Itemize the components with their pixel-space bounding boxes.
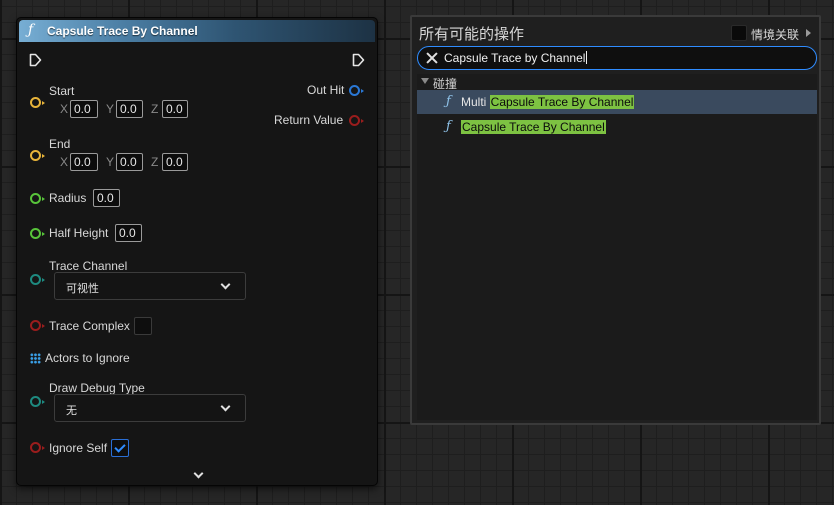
start-z-input[interactable]: 0.0: [162, 100, 188, 118]
start-y-input[interactable]: 0.0: [116, 100, 143, 118]
draw-debug-type-value: 无: [66, 405, 77, 417]
clear-search-icon[interactable]: [426, 52, 438, 64]
end-y-input[interactable]: 0.0: [116, 153, 143, 171]
exec-in-pin-icon[interactable]: [29, 53, 42, 67]
start-z-axis-label: Z: [151, 102, 159, 116]
expand-advanced-icon[interactable]: [193, 468, 204, 479]
half-height-label: Half Height: [49, 226, 109, 240]
result-item-capsule-trace[interactable]: ƒ Capsule Trace By Channel: [417, 115, 817, 139]
category-collision[interactable]: 碰撞: [417, 74, 817, 91]
end-pin[interactable]: [30, 150, 45, 161]
result-match-highlight: Capsule Trace By Channel: [461, 120, 606, 134]
text-caret: [586, 51, 588, 64]
action-menu-title: 所有可能的操作: [419, 26, 525, 43]
ignore-self-checkbox[interactable]: [111, 439, 129, 457]
checkmark-icon: [114, 441, 126, 453]
end-z-axis-label: Z: [151, 155, 159, 169]
out-hit-pin[interactable]: [349, 85, 364, 96]
result-prefix: Multi: [461, 95, 490, 109]
ignore-self-label: Ignore Self: [49, 441, 108, 455]
trace-complex-checkbox[interactable]: [134, 317, 152, 335]
start-x-input[interactable]: 0.0: [70, 100, 98, 118]
radius-label: Radius: [49, 191, 87, 205]
end-x-axis-label: X: [60, 155, 69, 169]
start-y-axis-label: Y: [106, 102, 115, 116]
half-height-pin[interactable]: [30, 228, 45, 239]
chevron-right-icon[interactable]: [806, 29, 811, 37]
blueprint-node[interactable]: ƒ Capsule Trace By Channel Start X 0.0 Y…: [16, 17, 378, 486]
collapse-triangle-icon: [421, 78, 429, 84]
search-value: Capsule Trace by Channel: [444, 51, 586, 65]
draw-debug-type-pin[interactable]: [30, 396, 45, 407]
results-list: 碰撞 ƒ Multi Capsule Trace By Channel ƒ Ca…: [417, 74, 817, 420]
start-label: Start: [49, 84, 75, 98]
exec-out-pin-icon[interactable]: [352, 53, 365, 67]
radius-pin[interactable]: [30, 193, 45, 204]
end-y-axis-label: Y: [106, 155, 115, 169]
result-match-highlight: Capsule Trace By Channel: [489, 95, 635, 109]
half-height-input[interactable]: 0.0: [115, 224, 142, 242]
start-x-axis-label: X: [60, 102, 69, 116]
function-icon: ƒ: [446, 94, 451, 109]
context-sensitive-label: 情境关联: [751, 28, 800, 42]
trace-complex-pin[interactable]: [30, 320, 45, 331]
draw-debug-type-dropdown[interactable]: 无: [54, 394, 246, 422]
trace-channel-pin[interactable]: [30, 274, 45, 285]
start-pin[interactable]: [30, 97, 45, 108]
return-value-pin[interactable]: [349, 115, 364, 126]
function-icon: ƒ: [28, 22, 34, 38]
chevron-down-icon: [220, 401, 231, 412]
out-hit-label: Out Hit: [307, 83, 345, 97]
end-x-input[interactable]: 0.0: [70, 153, 98, 171]
actors-to-ignore-label: Actors to Ignore: [45, 351, 130, 365]
radius-input[interactable]: 0.0: [93, 189, 120, 207]
return-value-label: Return Value: [274, 113, 344, 127]
search-input[interactable]: Capsule Trace by Channel: [417, 46, 817, 70]
result-item-multi-capsule-trace[interactable]: ƒ Multi Capsule Trace By Channel: [417, 90, 817, 114]
trace-channel-value: 可视性: [66, 283, 99, 295]
node-title: Capsule Trace By Channel: [47, 24, 198, 38]
draw-debug-type-label: Draw Debug Type: [49, 381, 145, 395]
array-grid-icon[interactable]: [30, 353, 41, 364]
ignore-self-pin[interactable]: [30, 442, 45, 453]
action-menu: 所有可能的操作 情境关联 Capsule Trace by Channel 碰撞…: [410, 15, 821, 425]
end-label: End: [49, 137, 71, 151]
trace-channel-dropdown[interactable]: 可视性: [54, 272, 246, 300]
function-icon: ƒ: [446, 119, 451, 134]
context-sensitive-checkbox[interactable]: [731, 25, 747, 41]
trace-channel-label: Trace Channel: [49, 259, 128, 273]
node-header[interactable]: ƒ Capsule Trace By Channel: [19, 20, 375, 42]
trace-complex-label: Trace Complex: [49, 319, 130, 333]
end-z-input[interactable]: 0.0: [162, 153, 188, 171]
chevron-down-icon: [220, 279, 231, 290]
